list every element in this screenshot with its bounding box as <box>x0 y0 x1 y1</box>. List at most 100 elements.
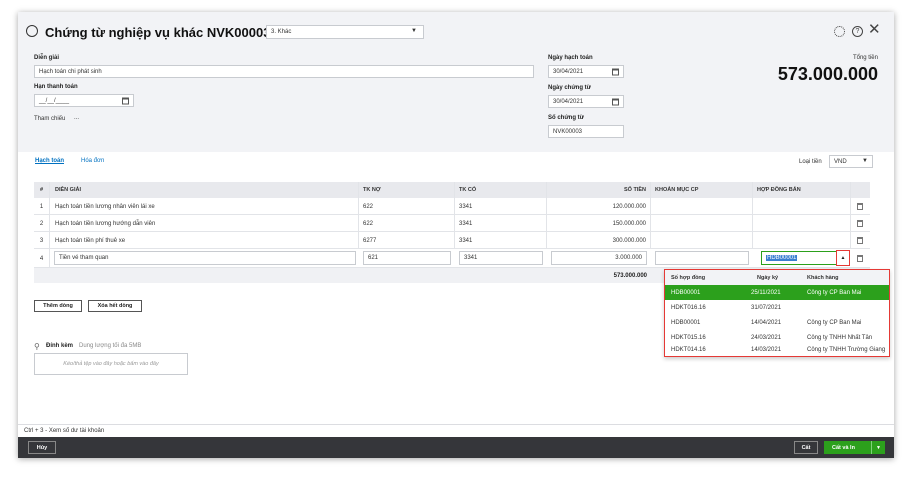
row-desc[interactable]: Hạch toán tiền lương nhân viên lái xe <box>50 198 359 215</box>
calendar-icon[interactable] <box>122 97 129 104</box>
dd-customer: Công ty CP Ban Mai <box>807 319 862 326</box>
currency-select[interactable]: VND ▼ <box>829 155 873 168</box>
row-desc[interactable]: Hạch toán tiền phí thuê xe <box>50 232 359 249</box>
footer-bar: Hủy Cất Cất và In ▼ <box>18 437 894 458</box>
attachment-dropzone[interactable]: Kéo/thả tệp vào đây hoặc bấm vào đây <box>34 353 188 375</box>
row-credit-input[interactable]: 3341 <box>459 251 543 265</box>
row-no: 3 <box>34 232 50 249</box>
due-date-label: Hạn thanh toán <box>34 84 78 90</box>
dd-col-contract-no: Số hợp đồng <box>671 274 706 281</box>
tab-accounting[interactable]: Hạch toán <box>35 158 64 164</box>
close-icon[interactable]: ✕ <box>868 22 881 37</box>
add-row-button[interactable]: Thêm dòng <box>34 300 82 312</box>
voucher-no-input[interactable]: NVK00003 <box>548 125 624 138</box>
reference-link[interactable]: ... <box>74 115 79 121</box>
voucher-date-input[interactable]: 30/04/2021 <box>548 95 624 108</box>
trash-icon[interactable] <box>857 220 863 227</box>
total-label: Tổng tiền <box>852 55 878 61</box>
voucher-window: Chứng từ nghiệp vụ khác NVK00003 3. Khác… <box>18 12 894 458</box>
settings-icon[interactable] <box>834 26 845 37</box>
row-debit-input[interactable]: 621 <box>363 251 451 265</box>
dd-contract-no: HDKT015.16 <box>671 334 706 341</box>
tab-label: Hóa đơn <box>81 158 105 164</box>
due-date-placeholder: __/__/____ <box>39 97 70 104</box>
dropdown-option[interactable]: HDKT015.16 24/03/2021 Công ty TNHH Nhất … <box>665 330 889 345</box>
posting-date-input[interactable]: 30/04/2021 <box>548 65 624 78</box>
voucher-date-value: 30/04/2021 <box>553 98 584 105</box>
col-debit: TK NỢ <box>359 182 455 198</box>
row-debit[interactable]: 6277 <box>359 232 455 249</box>
row-cost-item[interactable] <box>651 232 753 249</box>
description-input[interactable]: Hạch toán chi phát sinh <box>34 65 534 78</box>
dd-date: 24/03/2021 <box>751 334 782 341</box>
row-amount-input[interactable]: 3.000.000 <box>551 251 647 265</box>
dropdown-option[interactable]: HDKT014.16 14/03/2021 Công ty TNHH Trườn… <box>665 344 889 356</box>
delete-all-rows-button[interactable]: Xóa hết dòng <box>88 300 142 312</box>
voucher-date-label: Ngày chứng từ <box>548 85 592 91</box>
col-credit: TK CÓ <box>455 182 547 198</box>
row-contract[interactable] <box>753 232 851 249</box>
shortcut-bar: Ctrl + 3 - Xem số dư tài khoản <box>18 424 894 437</box>
due-date-input[interactable]: __/__/____ <box>34 94 134 107</box>
table-row[interactable]: 1 Hạch toán tiền lương nhân viên lái xe … <box>34 198 870 215</box>
help-icon[interactable]: ? <box>852 26 863 37</box>
dd-col-customer: Khách hàng <box>807 274 839 281</box>
dd-contract-no: HDKT014.16 <box>671 347 706 353</box>
dd-date: 14/04/2021 <box>751 319 782 326</box>
trash-icon[interactable] <box>857 237 863 244</box>
tab-label: Hạch toán <box>35 158 65 164</box>
row-debit[interactable]: 622 <box>359 215 455 232</box>
dropdown-option[interactable]: HDKT016.16 31/07/2021 <box>665 300 889 315</box>
save-button[interactable]: Cất <box>794 441 818 454</box>
row-contract[interactable] <box>753 215 851 232</box>
chevron-down-icon[interactable]: ▼ <box>871 441 885 454</box>
row-amount[interactable]: 150.000.000 <box>547 215 651 232</box>
row-cost-item[interactable] <box>651 198 753 215</box>
row-desc[interactable]: Hạch toán tiền lương hướng dẫn viên <box>50 215 359 232</box>
dropdown-option[interactable]: HDB00001 14/04/2021 Công ty CP Ban Mai <box>665 315 889 330</box>
dd-contract-no: HDKT016.16 <box>671 304 706 311</box>
cancel-button[interactable]: Hủy <box>28 441 56 454</box>
col-no: # <box>34 182 50 198</box>
chevron-down-icon: ▼ <box>862 158 868 164</box>
trash-icon[interactable] <box>857 255 863 262</box>
calendar-icon[interactable] <box>612 68 619 75</box>
save-and-print-button[interactable]: Cất và In ▼ <box>824 441 885 454</box>
calendar-icon[interactable] <box>612 98 619 105</box>
table-header: # DIỄN GIẢI TK NỢ TK CÓ SỐ TIỀN KHOẢN MỤ… <box>34 182 870 198</box>
trash-icon[interactable] <box>857 203 863 210</box>
row-credit[interactable]: 3341 <box>455 198 547 215</box>
voucher-type-value: 3. Khác <box>271 29 292 35</box>
tab-invoice[interactable]: Hóa đơn <box>81 158 104 164</box>
posting-date-value: 30/04/2021 <box>553 68 584 75</box>
contract-dropdown-button[interactable]: ▲ <box>836 250 850 266</box>
dropdown-option-selected[interactable]: HDB00001 25/11/2021 Công ty CP Ban Mai <box>665 285 889 300</box>
row-amount[interactable]: 120.000.000 <box>547 198 651 215</box>
row-credit[interactable]: 3341 <box>455 215 547 232</box>
attachment-label: Đính kèm <box>46 343 74 349</box>
total-value: 573.000.000 <box>777 64 878 84</box>
col-cost-item: KHOẢN MỤC CP <box>651 182 753 198</box>
reference-label: Tham chiếu <box>34 116 66 122</box>
row-cost-item[interactable] <box>651 215 753 232</box>
voucher-type-select[interactable]: 3. Khác ▼ <box>266 25 424 39</box>
currency-value: VND <box>834 158 847 165</box>
row-credit[interactable]: 3341 <box>455 232 547 249</box>
row-contract[interactable] <box>753 198 851 215</box>
contract-input[interactable]: HDB00001 <box>761 251 839 265</box>
save-and-print-label: Cất và In <box>832 444 855 451</box>
detail-panel: Hạch toán Hóa đơn Loại tiền VND ▼ # DIỄN… <box>18 152 894 424</box>
description-label: Diễn giải <box>34 55 60 61</box>
row-desc-input[interactable]: Tiền vé tham quan <box>54 251 356 265</box>
attachment-hint: Dung lượng tối đa 5MB <box>79 343 142 349</box>
col-contract: HỢP ĐỒNG BÁN <box>753 182 851 198</box>
table-row-editing[interactable]: 4 Tiền vé tham quan 621 3341 3.000.000 H… <box>34 249 870 268</box>
table-row[interactable]: 2 Hạch toán tiền lương hướng dẫn viên 62… <box>34 215 870 232</box>
chevron-down-icon: ▼ <box>411 28 417 34</box>
history-icon[interactable] <box>26 25 38 37</box>
voucher-no-label: Số chứng từ <box>548 115 585 121</box>
row-cost-item-input[interactable] <box>655 251 749 265</box>
row-debit[interactable]: 622 <box>359 198 455 215</box>
row-amount[interactable]: 300.000.000 <box>547 232 651 249</box>
table-row[interactable]: 3 Hạch toán tiền phí thuê xe 6277 3341 3… <box>34 232 870 249</box>
